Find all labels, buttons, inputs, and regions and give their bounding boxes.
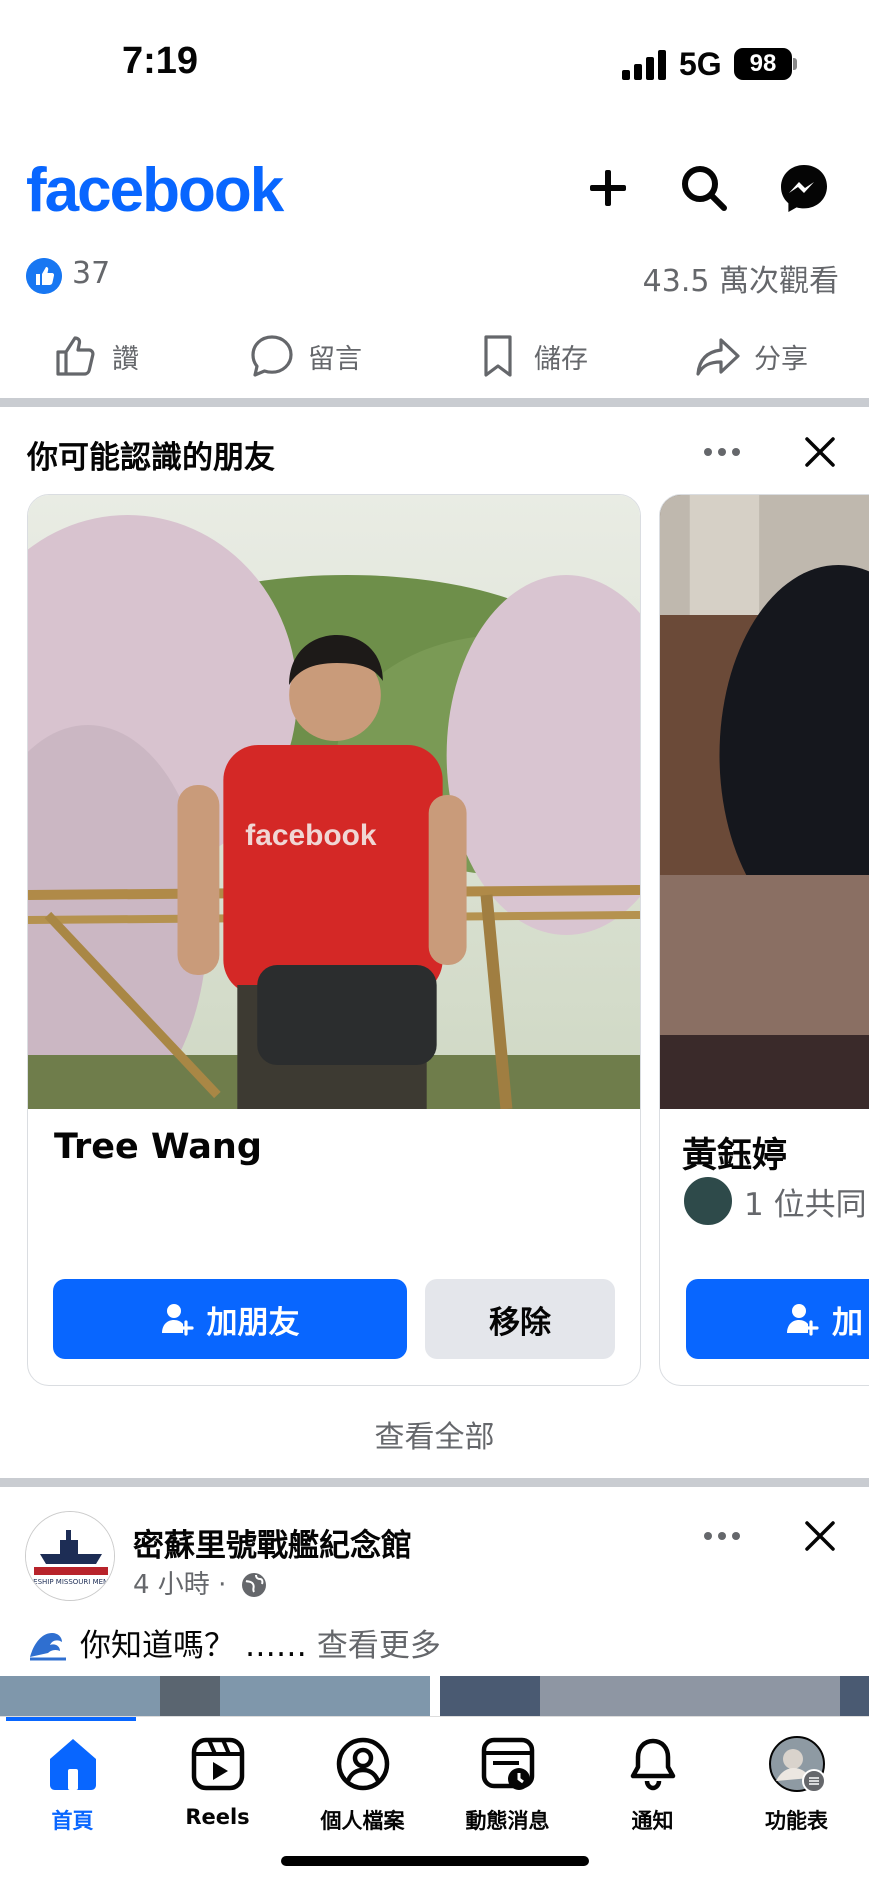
tab-menu-label: 功能表: [765, 1809, 828, 1833]
active-tab-indicator: [6, 1717, 136, 1721]
remove-button[interactable]: 移除: [425, 1279, 615, 1359]
add-person-icon: [787, 1304, 819, 1336]
tab-notifications-label: 通知: [631, 1809, 674, 1833]
network-label: 5G: [679, 46, 722, 82]
post-text: 你知道嗎？ …… 查看更多: [28, 1620, 441, 1665]
profile-icon: [336, 1737, 389, 1791]
status-time: 7:19: [122, 40, 199, 82]
tab-home-label: 首頁: [51, 1809, 94, 1833]
share-label: 分享: [754, 343, 808, 375]
search-icon[interactable]: [676, 160, 732, 216]
see-more-link[interactable]: 查看更多: [317, 1620, 441, 1665]
comment-label: 留言: [308, 343, 362, 375]
add-friend-button[interactable]: 加朋友: [53, 1279, 407, 1359]
battery-icon: 98: [734, 48, 792, 80]
tab-reels-label: Reels: [185, 1805, 250, 1829]
add-person-icon: [161, 1304, 194, 1336]
close-icon[interactable]: [800, 1516, 840, 1556]
tab-menu[interactable]: 功能表: [724, 1735, 869, 1835]
tab-notifications[interactable]: 通知: [580, 1735, 725, 1835]
menu-avatar-icon: [768, 1736, 826, 1793]
bookmark-icon: [484, 335, 512, 377]
globe-icon: [241, 1573, 266, 1597]
post-time-text: 4 小時 ·: [133, 1570, 227, 1600]
post-media-strip: [0, 1676, 869, 1716]
profile-photo[interactable]: facebook: [28, 495, 640, 1109]
share-icon: [696, 338, 740, 376]
post-text-body: 你知道嗎？ ……: [80, 1628, 307, 1664]
mutual-friend-avatar: [682, 1175, 734, 1227]
suggestion-name[interactable]: 黃鈺婷: [682, 1127, 787, 1178]
see-all-link[interactable]: 查看全部: [0, 1412, 869, 1456]
tab-profile-label: 個人檔案: [320, 1809, 405, 1833]
post-media-preview[interactable]: [0, 1676, 869, 1716]
facebook-logo[interactable]: facebook: [26, 155, 284, 226]
feed-separator: [0, 1478, 869, 1487]
svg-text:BATTLESHIP MISSOURI MEMORIAL: BATTLESHIP MISSOURI MEMORIAL: [26, 1578, 115, 1586]
mutual-friends[interactable]: 1 位共同: [682, 1175, 867, 1227]
bell-icon: [630, 1738, 675, 1791]
comment-button[interactable]: 留言: [248, 326, 362, 386]
battery-nub: [793, 58, 797, 70]
profile-photo[interactable]: [660, 495, 869, 1109]
home-indicator: [281, 1856, 589, 1866]
share-button[interactable]: 分享: [694, 326, 808, 386]
tab-home[interactable]: 首頁: [0, 1735, 145, 1835]
wave-emoji-icon: [30, 1632, 66, 1660]
plus-icon[interactable]: [580, 160, 636, 216]
reaction-summary: 37 43.5 萬次觀看: [0, 254, 869, 300]
feed-separator: [0, 398, 869, 407]
view-count: 43.5 萬次觀看: [642, 264, 839, 299]
post-action-bar: 讚 留言 儲存 分享: [0, 326, 869, 386]
mutual-friends-text: 1 位共同: [744, 1186, 867, 1223]
more-options-icon[interactable]: [704, 448, 744, 458]
home-icon: [49, 1739, 96, 1790]
svg-text:facebook: facebook: [245, 819, 377, 852]
save-button[interactable]: 儲存: [474, 326, 588, 386]
feed-icon: [481, 1737, 534, 1790]
post-timestamp[interactable]: 4 小時 ·: [133, 1564, 267, 1601]
battleship-logo: BATTLESHIP MISSOURI MEMORIAL: [26, 1512, 115, 1600]
suggestion-card[interactable]: facebook Tree Wang 加朋友 移除: [27, 494, 641, 1386]
suggestion-card[interactable]: 黃鈺婷 1 位共同 加: [659, 494, 869, 1386]
thumbs-up-icon: [56, 336, 95, 376]
tab-reels[interactable]: Reels: [145, 1735, 290, 1829]
add-friend-label: 加: [832, 1304, 863, 1341]
app-header: facebook: [0, 150, 869, 230]
comment-icon: [251, 335, 293, 377]
tab-feeds-label: 動態消息: [465, 1809, 550, 1833]
signal-icon: [622, 50, 668, 80]
like-button[interactable]: 讚: [52, 326, 139, 386]
tab-profile[interactable]: 個人檔案: [290, 1735, 435, 1835]
messenger-icon[interactable]: [776, 160, 832, 216]
add-friend-button[interactable]: 加: [686, 1279, 869, 1359]
like-label: 讚: [112, 343, 139, 375]
status-bar: 7:19 5G 98: [0, 0, 869, 130]
like-count[interactable]: 37: [72, 256, 110, 291]
close-icon[interactable]: [800, 432, 840, 472]
more-options-icon[interactable]: [704, 1532, 744, 1542]
page-name[interactable]: 密蘇里號戰艦紀念館: [133, 1520, 412, 1565]
tab-feeds[interactable]: 動態消息: [435, 1735, 580, 1835]
suggestion-name[interactable]: Tree Wang: [54, 1127, 262, 1167]
page-avatar[interactable]: BATTLESHIP MISSOURI MEMORIAL: [25, 1511, 115, 1601]
people-you-may-know: 你可能認識的朋友 facebook Tree Wang 加朋友 移除 黃鈺婷 1…: [0, 408, 869, 1478]
save-label: 儲存: [534, 343, 588, 375]
like-badge-icon: [26, 258, 62, 294]
add-friend-label: 加朋友: [206, 1304, 300, 1341]
section-title: 你可能認識的朋友: [27, 440, 275, 476]
reels-icon: [191, 1737, 244, 1791]
